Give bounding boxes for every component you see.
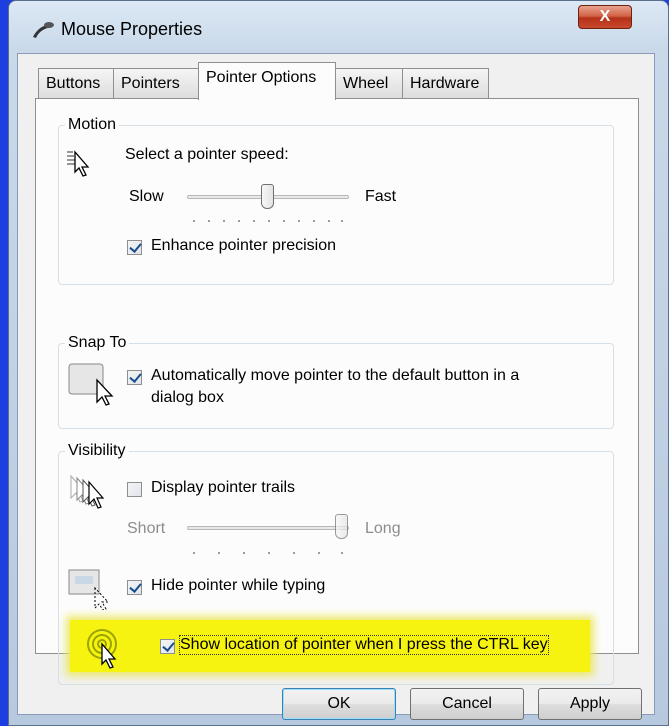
ctrl-highlight: Show location of pointer when I press th… [70,620,590,672]
snap-to-label-line2[interactable]: dialog box [151,389,224,407]
pointer-trails-label[interactable]: Display pointer trails [151,479,295,497]
snap-to-checkbox[interactable] [127,370,142,385]
pointer-options-panel: Motion Select a pointer speed: Slow Fast… [35,98,639,685]
motion-legend: Motion [65,116,120,134]
snap-to-group: Snap To Automatically move pointer to th… [58,334,614,429]
hide-pointer-label[interactable]: Hide pointer while typing [151,577,325,595]
speed-slider-ticks [193,220,343,222]
enhance-precision-checkbox[interactable] [127,240,142,255]
hide-pointer-icon [68,569,110,610]
pointer-speed-icon [67,150,90,177]
cancel-button[interactable]: Cancel [410,688,524,720]
trails-slider-track[interactable] [187,526,349,530]
close-button[interactable]: X [578,5,632,29]
ctrl-location-label[interactable]: Show location of pointer when I press th… [179,635,549,655]
ctrl-locate-icon [87,629,117,669]
snap-to-icon [68,363,114,406]
dialog-body: Buttons Pointers Pointer Options Wheel H… [17,53,655,720]
pointer-trails-checkbox[interactable] [127,482,142,497]
slow-label: Slow [129,188,164,205]
visibility-legend: Visibility [65,442,129,460]
fast-label: Fast [365,188,397,205]
tab-pointers[interactable]: Pointers [113,68,199,99]
tab-hardware[interactable]: Hardware [402,68,489,99]
window-title: Mouse Properties [61,19,203,39]
trails-slider-ticks [193,552,343,554]
mouse-properties-window: Mouse Properties X Buttons Pointers Poin… [8,0,669,726]
speed-slider-thumb[interactable] [261,184,274,209]
snap-to-legend: Snap To [65,334,130,352]
ok-button[interactable]: OK [282,688,396,720]
long-label: Long [365,520,401,537]
title-bar[interactable]: Mouse Properties X [9,1,668,57]
pointer-speed-label: Select a pointer speed: [125,146,289,163]
mouse-icon [33,22,54,38]
apply-button[interactable]: Apply [538,688,642,720]
tab-buttons[interactable]: Buttons [38,68,114,99]
ctrl-location-checkbox[interactable] [160,639,175,654]
short-label: Short [127,520,166,537]
pointer-trails-icon [70,474,105,509]
tab-pointer-options[interactable]: Pointer Options [198,62,336,100]
snap-to-label-line1[interactable]: Automatically move pointer to the defaul… [151,367,519,385]
motion-group: Motion Select a pointer speed: Slow Fast… [58,116,614,285]
enhance-precision-label[interactable]: Enhance pointer precision [151,237,336,255]
hide-pointer-checkbox[interactable] [127,580,142,595]
tab-wheel[interactable]: Wheel [335,68,403,99]
trails-slider-thumb[interactable] [335,514,348,539]
